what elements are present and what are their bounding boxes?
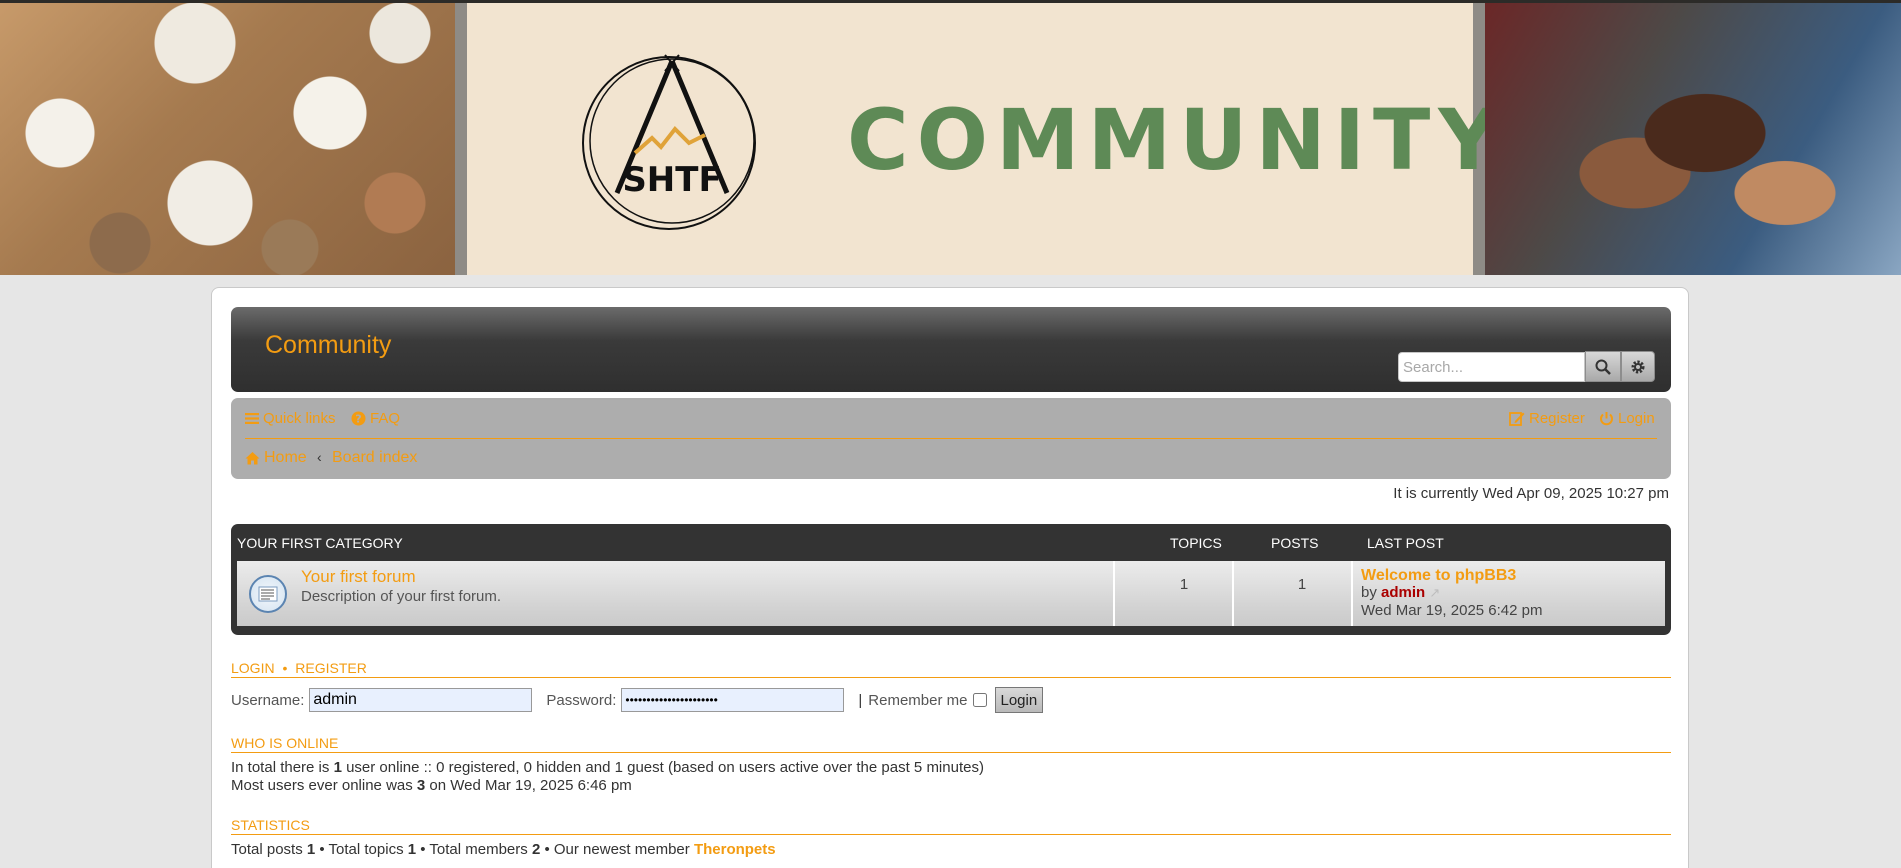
online-record: Most users ever online was 3 on Wed Mar … [231, 777, 632, 794]
username-field[interactable] [309, 688, 533, 712]
total-posts: 1 [306, 841, 316, 858]
faq-link[interactable]: ? FAQ [351, 410, 400, 427]
svg-text:SHTF: SHTF [622, 160, 721, 200]
power-icon [1600, 412, 1613, 426]
login-heading-link[interactable]: LOGIN [231, 660, 275, 676]
home-icon [245, 452, 260, 465]
forum-description: Description of your first forum. [301, 588, 502, 605]
stat-label: • Our newest member [540, 841, 694, 858]
last-post-by-label: by [1361, 584, 1377, 601]
menu-icon [245, 413, 259, 424]
quick-links-menu[interactable]: Quick links [245, 410, 336, 427]
home-label: Home [264, 449, 307, 466]
nav-divider [245, 438, 1657, 439]
online-text: In total there is [231, 759, 334, 776]
current-time: It is currently Wed Apr 09, 2025 10:27 p… [1393, 485, 1669, 502]
total-topics: 1 [407, 841, 417, 858]
quick-links-label: Quick links [263, 410, 336, 427]
quick-login-form: Username: Password: | Remember me Login [231, 686, 1044, 714]
login-link[interactable]: Login [1599, 410, 1655, 427]
banner-photo-hands [1485, 3, 1901, 275]
search-button[interactable] [1585, 351, 1621, 382]
question-icon: ? [351, 411, 366, 426]
register-link[interactable]: Register [1509, 410, 1585, 427]
search-icon [1595, 359, 1611, 375]
posts-column-header: POSTS [1271, 535, 1319, 551]
header-banner: SHTF COMMUNITY [0, 0, 1901, 275]
topics-count: 1 [1179, 576, 1189, 593]
gear-icon [1631, 360, 1645, 373]
forum-read-icon [249, 575, 287, 613]
heading-separator: • [282, 660, 288, 676]
online-count: 1 [333, 759, 342, 776]
last-post-column-header: LAST POST [1367, 535, 1444, 551]
breadcrumb-home[interactable]: Home [245, 449, 307, 467]
remember-me-label: Remember me [868, 691, 968, 709]
last-post-title-link[interactable]: Welcome to phpBB3 [1361, 567, 1516, 585]
statistics-summary: Total posts 1 • Total topics 1 • Total m… [231, 841, 776, 858]
record-text: Most users ever online was [231, 777, 417, 794]
shtf-logo: SHTF [582, 54, 756, 230]
column-divider [1232, 561, 1234, 626]
login-button[interactable]: Login [994, 687, 1044, 713]
who-is-online-heading: WHO IS ONLINE [231, 735, 1671, 753]
register-heading-link[interactable]: REGISTER [295, 660, 367, 676]
breadcrumb-chevron-icon: ‹ [317, 449, 322, 465]
search-input[interactable]: Search... [1398, 352, 1585, 382]
site-title[interactable]: Community [265, 331, 391, 360]
forum-category-table: YOUR FIRST CATEGORY TOPICS POSTS LAST PO… [231, 524, 1671, 635]
login-label: Login [1618, 410, 1655, 427]
password-label: Password: [546, 691, 617, 709]
remember-me-checkbox[interactable] [972, 693, 987, 707]
username-label: Username: [231, 691, 305, 709]
advanced-search-button[interactable] [1621, 351, 1655, 382]
banner-title: COMMUNITY [847, 91, 1508, 189]
newest-member-link[interactable]: Theronpets [694, 841, 776, 858]
last-post-author-link[interactable]: admin [1381, 584, 1425, 601]
navbar: Quick links ? FAQ Register Login Home ‹ … [231, 398, 1671, 479]
banner-logo-panel: SHTF COMMUNITY [455, 3, 1499, 275]
column-divider [1351, 561, 1353, 626]
forum-title-link[interactable]: Your first forum [301, 567, 416, 587]
faq-label: FAQ [370, 410, 401, 427]
login-divider: | [858, 691, 863, 709]
stat-label: • Total topics [315, 841, 408, 858]
page-wrap: Community Search... Quick links ? FAQ Re… [211, 287, 1689, 868]
edit-icon [1509, 412, 1525, 426]
login-section-heading: LOGIN • REGISTER [231, 660, 1671, 678]
register-label: Register [1529, 410, 1585, 427]
online-text: user online :: 0 registered, 0 hidden an… [341, 759, 984, 776]
topics-column-header: TOPICS [1170, 535, 1222, 551]
headerbar: Community Search... [231, 307, 1671, 392]
breadcrumb-board-index[interactable]: Board index [332, 449, 417, 467]
stat-label: • Total members [416, 841, 532, 858]
last-post-date: Wed Mar 19, 2025 6:42 pm [1361, 602, 1543, 619]
record-count: 3 [416, 777, 426, 794]
posts-count: 1 [1297, 576, 1307, 593]
banner-photo-dining [0, 3, 455, 275]
forum-row: Your first forum Description of your fir… [237, 561, 1665, 626]
view-latest-post-icon[interactable]: ↗ [1429, 585, 1440, 600]
statistics-heading: STATISTICS [231, 817, 1671, 835]
stat-label: Total posts [231, 841, 307, 858]
svg-text:?: ? [355, 413, 361, 426]
record-text: on Wed Mar 19, 2025 6:46 pm [425, 777, 632, 794]
category-header[interactable]: YOUR FIRST CATEGORY [237, 535, 403, 551]
last-post-by: by admin ↗ [1361, 584, 1440, 601]
forum-lines-icon [258, 586, 278, 602]
password-field[interactable] [621, 688, 845, 712]
column-divider [1113, 561, 1115, 626]
online-summary: In total there is 1 user online :: 0 reg… [231, 759, 984, 776]
